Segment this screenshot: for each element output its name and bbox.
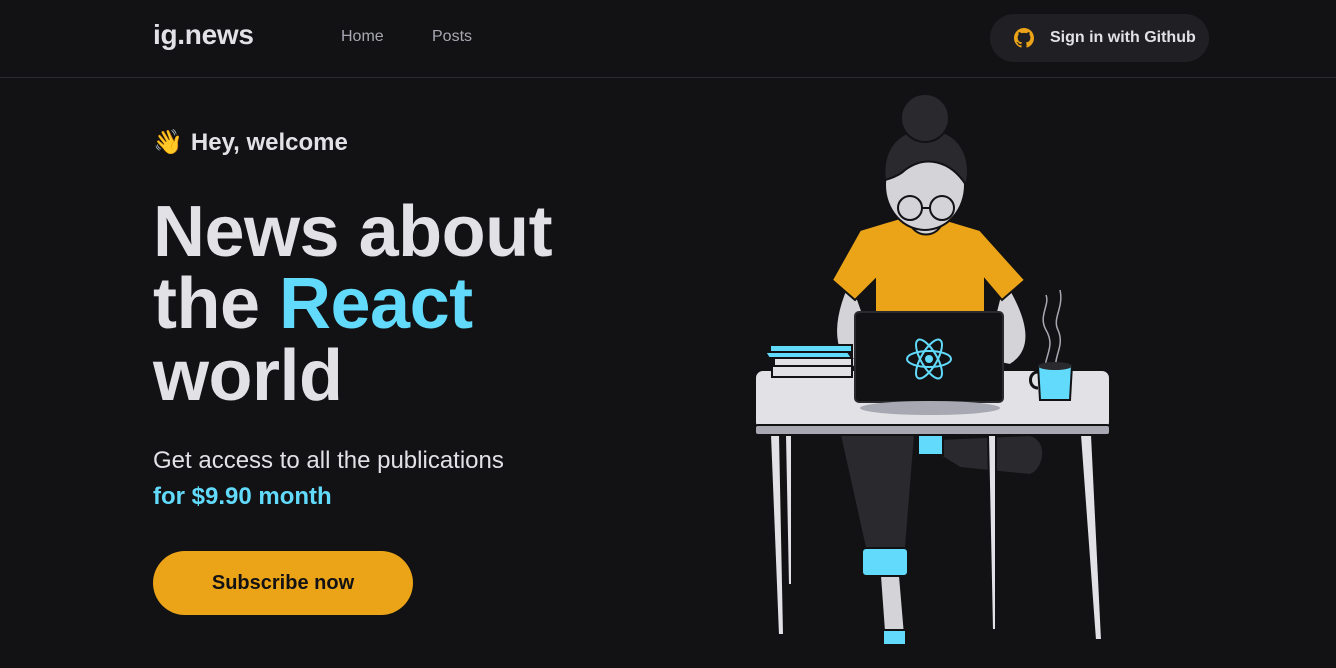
site-header: ig.news Home Posts Sign in with Github	[0, 0, 1336, 78]
hero-title-line3: world	[153, 336, 343, 416]
sign-in-label: Sign in with Github	[1050, 29, 1196, 46]
sign-in-github-button[interactable]: Sign in with Github	[990, 14, 1209, 62]
hero-title-line2: the	[153, 264, 260, 344]
subscribe-button[interactable]: Subscribe now	[153, 551, 413, 615]
site-logo[interactable]: ig.news	[153, 19, 254, 51]
welcome-text: Hey, welcome	[190, 128, 348, 156]
nav-link-home[interactable]: Home	[341, 28, 384, 46]
welcome-greeting: 👋 Hey, welcome	[153, 128, 348, 157]
hero-title-accent: React	[279, 264, 473, 344]
subtitle-text: Get access to all the publications	[153, 447, 504, 474]
nav-link-posts[interactable]: Posts	[432, 28, 472, 46]
hero-title: News about the React world	[153, 196, 713, 412]
price-text: for $9.90 month	[153, 483, 332, 510]
hero-title-line1: News about	[153, 192, 553, 272]
github-icon	[1014, 28, 1034, 48]
hero-subtitle: Get access to all the publications for $…	[153, 443, 504, 515]
wave-icon: 👋	[153, 129, 183, 156]
woman-at-desk-illustration	[754, 93, 1111, 647]
